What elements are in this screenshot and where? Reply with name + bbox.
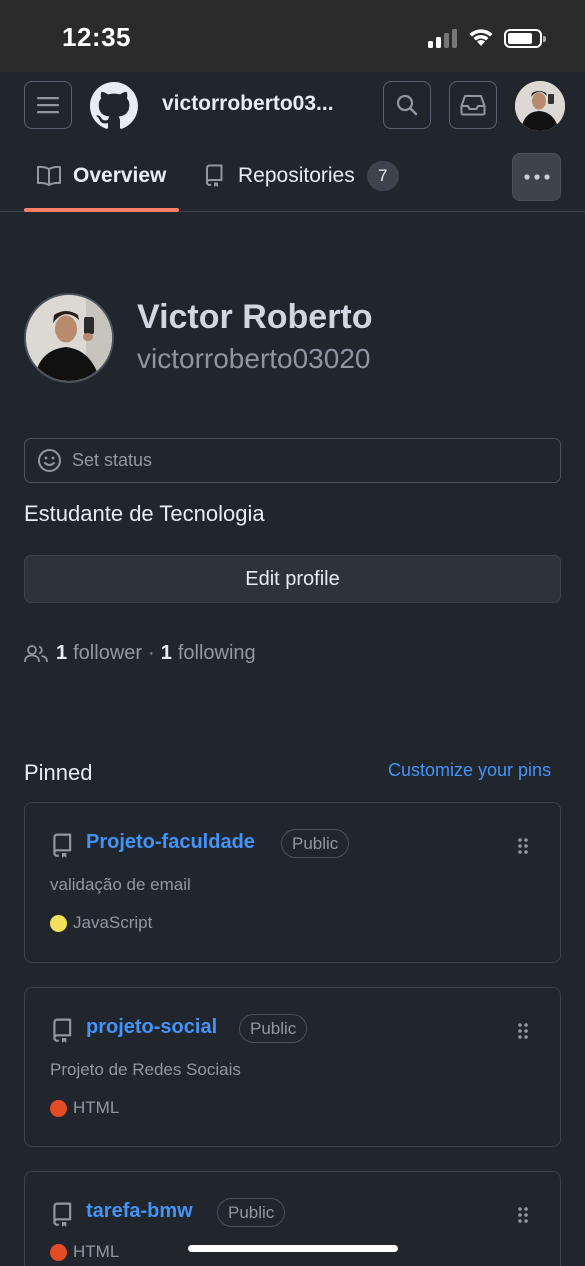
followers-count[interactable]: 1 [56, 642, 67, 665]
repo-icon [53, 1018, 72, 1043]
tab-repositories[interactable]: Repositories 7 [204, 152, 399, 200]
tab-overview[interactable]: Overview [36, 152, 166, 200]
profile-full-name: Victor Roberto [137, 298, 373, 336]
profile-bio: Estudante de Tecnologia [24, 501, 265, 526]
repo-icon [206, 164, 223, 187]
battery-icon [504, 29, 546, 48]
status-time: 12:35 [62, 22, 131, 52]
avatar-photo-icon [26, 295, 112, 381]
visibility-badge: Public [217, 1198, 286, 1227]
repo-language-label: HTML [73, 1242, 120, 1261]
language-color-dot [50, 914, 67, 932]
language-color-dot [50, 1099, 67, 1117]
language-color-dot [50, 1243, 67, 1261]
followers-summary: 1 follower · 1 following [24, 642, 256, 665]
user-avatar[interactable] [515, 81, 565, 131]
pinned-repo-card[interactable]: Projeto-faculdade Public validação de em… [24, 802, 561, 963]
repo-name-link[interactable]: projeto-social [86, 1016, 217, 1039]
following-label[interactable]: following [178, 642, 256, 665]
search-icon [396, 94, 418, 116]
cellular-signal-icon [428, 29, 458, 48]
follow-separator: · [148, 642, 155, 664]
menu-button[interactable] [24, 81, 72, 129]
customize-pins-link[interactable]: Customize your pins [388, 760, 551, 781]
visibility-badge: Public [239, 1014, 308, 1043]
repo-language-label: JavaScript [73, 913, 153, 932]
profile-avatar[interactable] [24, 293, 114, 383]
pinned-heading: Pinned [24, 760, 93, 785]
github-logo-icon[interactable] [90, 82, 138, 130]
search-button[interactable] [383, 81, 431, 129]
tab-repositories-label: Repositories [238, 164, 355, 187]
repo-name-link[interactable]: Projeto-faculdade [86, 831, 255, 854]
more-options-button[interactable] [512, 153, 561, 201]
inbox-button[interactable] [449, 81, 497, 129]
following-count[interactable]: 1 [161, 642, 172, 665]
people-icon [24, 644, 48, 662]
visibility-badge: Public [281, 829, 350, 858]
tab-selected-indicator [24, 208, 179, 212]
kebab-horizontal-icon [523, 174, 550, 180]
followers-label[interactable]: follower [73, 642, 142, 665]
repo-name-link[interactable]: tarefa-bmw [86, 1200, 193, 1223]
drag-handle-icon[interactable] [517, 837, 529, 855]
repositories-count-badge: 7 [366, 161, 399, 191]
book-icon [37, 165, 61, 186]
repo-description: validação de email [50, 875, 191, 894]
tab-overview-label: Overview [73, 164, 167, 187]
repo-description: Projeto de Redes Sociais [50, 1060, 241, 1079]
wifi-icon [469, 29, 493, 46]
set-status-label: Set status [72, 450, 153, 470]
status-bar: 12:35 [0, 0, 585, 72]
edit-profile-button[interactable]: Edit profile [24, 555, 561, 603]
set-status-button[interactable]: Set status [24, 438, 561, 483]
smiley-icon [38, 449, 61, 472]
drag-handle-icon[interactable] [517, 1206, 529, 1224]
inbox-icon [460, 95, 486, 116]
repo-language: HTML [50, 1098, 119, 1118]
profile-login: victorroberto03020 [137, 343, 371, 374]
repo-icon [53, 833, 72, 858]
pinned-repo-card[interactable]: projeto-social Public Projeto de Redes S… [24, 987, 561, 1147]
repo-icon [53, 1202, 72, 1227]
repo-language: HTML [50, 1242, 119, 1262]
avatar-photo-icon [515, 81, 565, 131]
header-username[interactable]: victorroberto03... [162, 92, 334, 116]
repo-language: JavaScript [50, 913, 152, 933]
drag-handle-icon[interactable] [517, 1022, 529, 1040]
hamburger-icon [37, 97, 59, 114]
repo-language-label: HTML [73, 1098, 120, 1117]
home-indicator[interactable] [188, 1245, 398, 1252]
